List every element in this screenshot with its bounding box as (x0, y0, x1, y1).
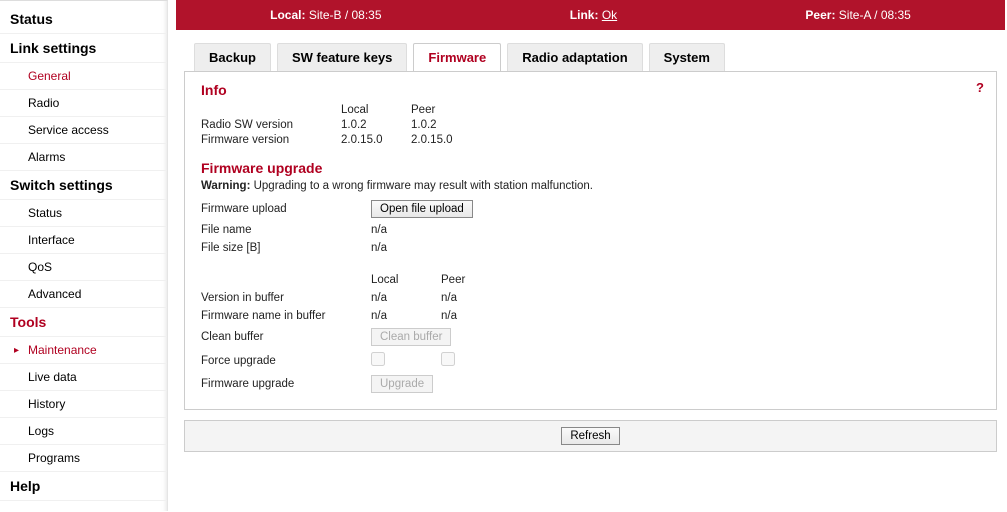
section-info-title: Info (201, 82, 980, 98)
help-icon[interactable]: ? (976, 80, 984, 95)
sidebar-item-radio[interactable]: Radio (0, 90, 167, 117)
version-buffer-label: Version in buffer (201, 292, 371, 304)
sidebar-item-history[interactable]: History (0, 391, 167, 418)
force-upgrade-peer-checkbox[interactable] (441, 352, 455, 366)
sidebar-item-interface[interactable]: Interface (0, 227, 167, 254)
warning-label: Warning: (201, 180, 250, 192)
sidebar-item-general[interactable]: General (0, 63, 167, 90)
warning-text: Upgrading to a wrong firmware may result… (254, 180, 593, 192)
info-local-header: Local (341, 104, 411, 116)
sidebar-item-live-data[interactable]: Live data (0, 364, 167, 391)
name-buffer-peer: n/a (441, 310, 511, 322)
sidebar-section-help[interactable]: Help (0, 472, 167, 501)
firmware-upgrade-label: Firmware upgrade (201, 378, 371, 390)
sidebar-section-link-settings[interactable]: Link settings (0, 34, 167, 63)
tabs: Backup SW feature keys Firmware Radio ad… (176, 30, 1007, 71)
clean-buffer-label: Clean buffer (201, 331, 371, 343)
file-size-label: File size [B] (201, 242, 371, 254)
open-file-upload-button[interactable]: Open file upload (371, 200, 473, 218)
radio-sw-local: 1.0.2 (341, 119, 411, 131)
tab-system[interactable]: System (649, 43, 725, 71)
sidebar-section-status[interactable]: Status (0, 5, 167, 34)
buffer-peer-header: Peer (441, 274, 511, 286)
tab-backup[interactable]: Backup (194, 43, 271, 71)
info-peer-header: Peer (411, 104, 491, 116)
refresh-bar: Refresh (184, 420, 997, 452)
status-local: Local: Site-B / 08:35 (270, 8, 381, 22)
sidebar: Status Link settings General Radio Servi… (0, 0, 168, 511)
panel-firmware: ? Info Local Peer Radio SW version 1.0.2… (184, 71, 997, 410)
status-peer-label: Peer: (805, 8, 835, 22)
file-name-value: n/a (371, 224, 511, 236)
refresh-button[interactable]: Refresh (561, 427, 619, 445)
tab-firmware[interactable]: Firmware (413, 43, 501, 72)
radio-sw-peer: 1.0.2 (411, 119, 491, 131)
sidebar-section-switch-settings[interactable]: Switch settings (0, 171, 167, 200)
sidebar-item-maintenance[interactable]: ▸ Maintenance (0, 337, 167, 364)
upgrade-button[interactable]: Upgrade (371, 375, 433, 393)
upgrade-warning: Warning: Upgrading to a wrong firmware m… (201, 180, 980, 192)
version-buffer-peer: n/a (441, 292, 511, 304)
status-local-value: Site-B / 08:35 (309, 8, 382, 22)
status-link-label: Link: (570, 8, 599, 22)
section-upgrade-title: Firmware upgrade (201, 160, 980, 176)
status-link-value[interactable]: Ok (602, 8, 617, 22)
force-upgrade-label: Force upgrade (201, 355, 371, 367)
status-peer-value: Site-A / 08:35 (839, 8, 911, 22)
file-size-value: n/a (371, 242, 511, 254)
sidebar-item-advanced[interactable]: Advanced (0, 281, 167, 308)
sidebar-item-alarms[interactable]: Alarms (0, 144, 167, 171)
main: Local: Site-B / 08:35 Link: Ok Peer: Sit… (168, 0, 1007, 511)
sidebar-item-switch-status[interactable]: Status (0, 200, 167, 227)
buffer-local-header: Local (371, 274, 441, 286)
sidebar-item-service-access[interactable]: Service access (0, 117, 167, 144)
info-grid: Local Peer Radio SW version 1.0.2 1.0.2 … (201, 104, 980, 146)
sidebar-item-logs[interactable]: Logs (0, 418, 167, 445)
radio-sw-label: Radio SW version (201, 119, 341, 131)
status-link: Link: Ok (570, 8, 617, 22)
name-buffer-label: Firmware name in buffer (201, 310, 371, 322)
force-upgrade-local-checkbox[interactable] (371, 352, 385, 366)
upgrade-form: Firmware upload Open file upload File na… (201, 200, 980, 393)
tab-sw-keys[interactable]: SW feature keys (277, 43, 407, 71)
status-bar: Local: Site-B / 08:35 Link: Ok Peer: Sit… (176, 0, 1005, 30)
sidebar-item-programs[interactable]: Programs (0, 445, 167, 472)
fw-version-local: 2.0.15.0 (341, 134, 411, 146)
upload-label: Firmware upload (201, 203, 371, 215)
status-local-label: Local: (270, 8, 305, 22)
sidebar-section-tools[interactable]: Tools (0, 308, 167, 337)
clean-buffer-button[interactable]: Clean buffer (371, 328, 451, 346)
name-buffer-local: n/a (371, 310, 441, 322)
sidebar-item-qos[interactable]: QoS (0, 254, 167, 281)
fw-version-peer: 2.0.15.0 (411, 134, 491, 146)
tab-radio-adaptation[interactable]: Radio adaptation (507, 43, 642, 71)
fw-version-label: Firmware version (201, 134, 341, 146)
version-buffer-local: n/a (371, 292, 441, 304)
chevron-right-icon: ▸ (14, 345, 19, 356)
sidebar-item-label: Maintenance (28, 343, 97, 357)
status-peer: Peer: Site-A / 08:35 (805, 8, 910, 22)
file-name-label: File name (201, 224, 371, 236)
